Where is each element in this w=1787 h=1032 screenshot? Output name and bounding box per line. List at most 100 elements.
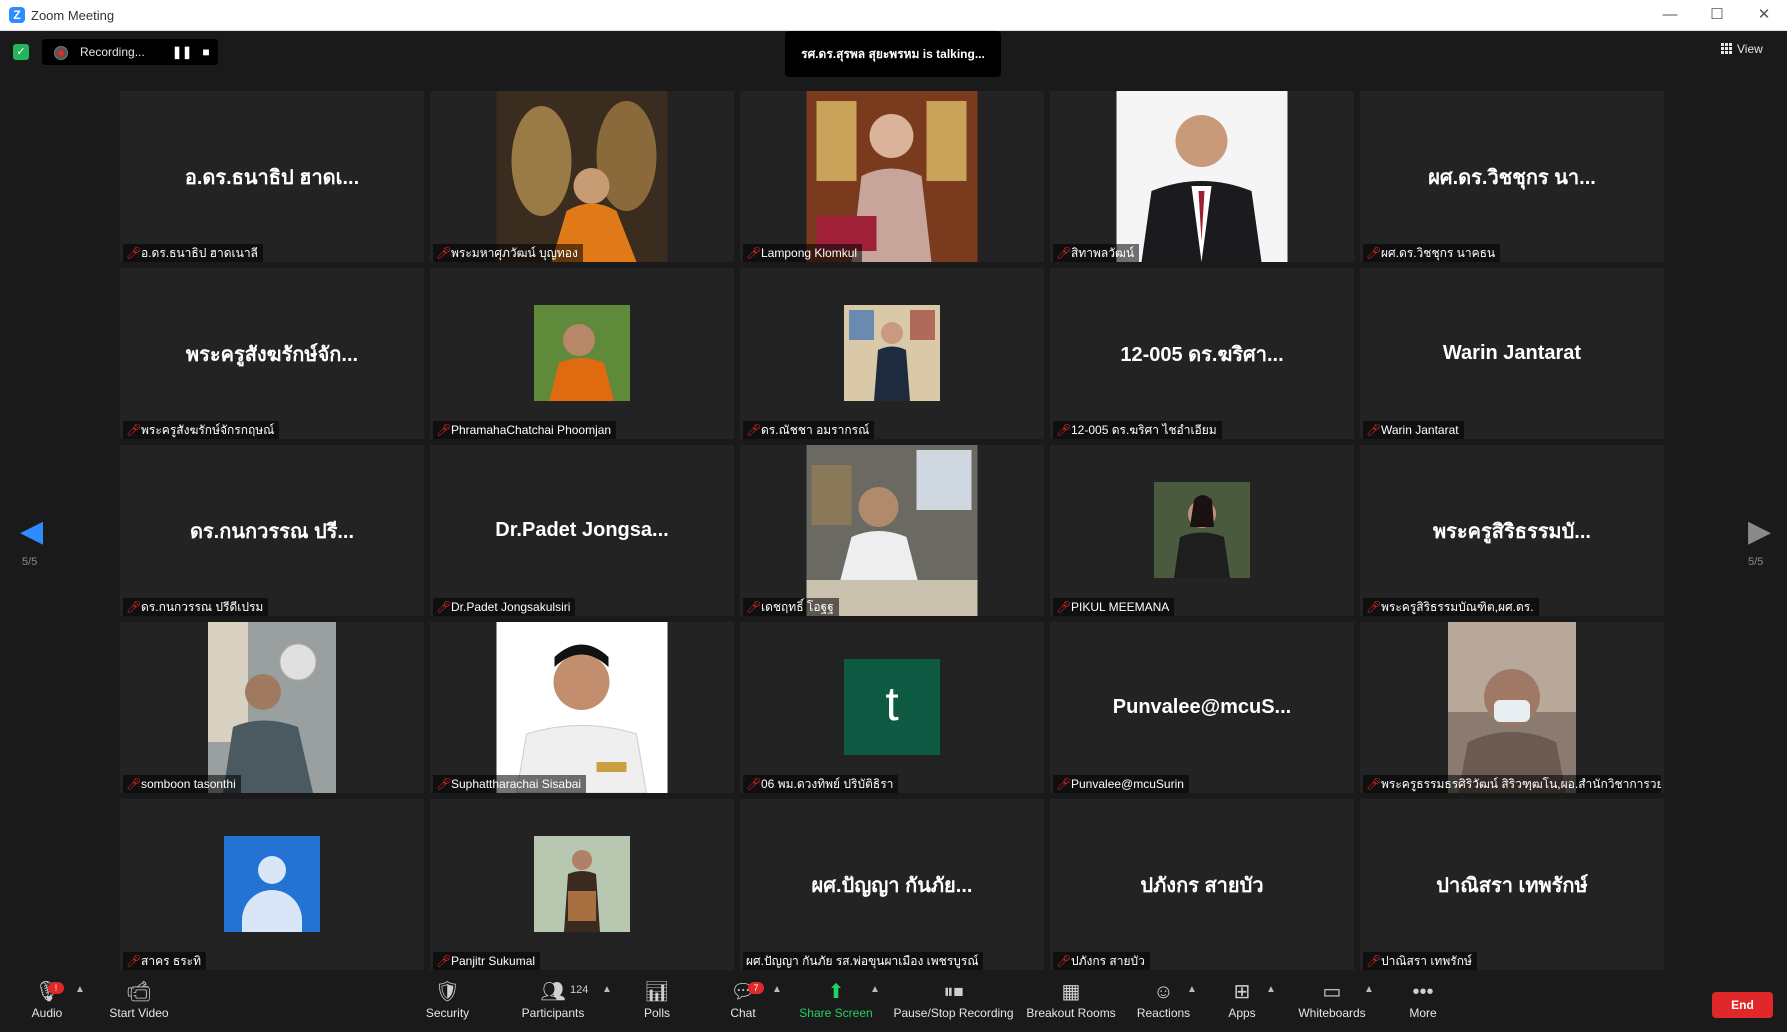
muted-mic-icon: 🎤︎ bbox=[1366, 777, 1382, 791]
share-screen-button[interactable]: ⬆ Share Screen bbox=[797, 980, 875, 1020]
participant-video bbox=[496, 622, 668, 793]
participant-nametag: 🎤︎Dr.Padet Jongsakulsiri bbox=[433, 598, 576, 616]
share-options-caret-icon[interactable]: ▲ bbox=[870, 984, 880, 995]
minimize-button[interactable]: — bbox=[1650, 4, 1690, 26]
participant-name: สิทาพลวัฒน์ bbox=[1071, 246, 1135, 260]
participant-tile[interactable]: ผศ.ปัญญา กันภัย... ผศ.ปัญญา กันภัย รส.พ่… bbox=[740, 799, 1044, 970]
participant-tile[interactable]: 🎤︎PhramahaChatchai Phoomjan bbox=[430, 268, 734, 439]
chat-options-caret-icon[interactable]: ▲ bbox=[772, 984, 782, 995]
participant-tile[interactable]: 🎤︎เดชฤทธิ์ โอฐฐ bbox=[740, 445, 1044, 616]
participant-tile[interactable]: Dr.Padet Jongsa... 🎤︎Dr.Padet Jongsakuls… bbox=[430, 445, 734, 616]
reactions-options-caret-icon[interactable]: ▲ bbox=[1187, 984, 1197, 995]
participant-tile[interactable]: 🎤︎พระมหาศุภวัฒน์ บุญทอง bbox=[430, 91, 734, 262]
participant-nametag: 🎤︎เดชฤทธิ์ โอฐฐ bbox=[743, 598, 839, 616]
participant-display-name: 12-005 ดร.ฆริศา... bbox=[1120, 343, 1284, 366]
view-button[interactable]: View bbox=[1721, 42, 1781, 62]
participant-name: Lampong Klomkul bbox=[761, 246, 858, 260]
default-user-avatar-icon bbox=[224, 836, 320, 932]
participant-name: 06 พม.ดวงทิพย์ ปริบัติธิรา bbox=[761, 777, 894, 791]
stop-recording-icon[interactable]: ■ bbox=[197, 43, 215, 61]
maximize-button[interactable]: ☐ bbox=[1697, 4, 1737, 26]
audio-button[interactable]: 🎙︎ Audio bbox=[22, 980, 72, 1020]
page-counter-right: 5/5 bbox=[1748, 556, 1764, 568]
end-meeting-button[interactable]: End bbox=[1712, 992, 1773, 1018]
participant-tile[interactable]: พระครูสิริธรรมบั... 🎤︎พระครูสิริธรรมบัณฑ… bbox=[1360, 445, 1664, 616]
encryption-shield-icon[interactable]: ✓ bbox=[13, 44, 29, 60]
participant-display-name: อ.ดร.ธนาธิป ฮาดเ... bbox=[184, 166, 360, 189]
security-button[interactable]: 🛡︎ Security bbox=[420, 980, 475, 1020]
participant-tile[interactable]: 12-005 ดร.ฆริศา... 🎤︎12-005 ดร.ฆริศา ไชอ… bbox=[1050, 268, 1354, 439]
participant-nametag: 🎤︎Lampong Klomkul bbox=[743, 244, 863, 262]
muted-mic-icon: 🎤︎ bbox=[1056, 423, 1072, 437]
participant-nametag: 🎤︎ดร.กนกวรรณ ปรีดีเปรม bbox=[123, 598, 269, 616]
participant-name: สาคร ธระทิ bbox=[141, 954, 201, 968]
participant-name: พระมหาศุภวัฒน์ บุญทอง bbox=[451, 246, 578, 260]
participant-tile[interactable]: 🎤︎Suphattharachai Sisabai bbox=[430, 622, 734, 793]
participant-avatar-photo bbox=[534, 836, 630, 932]
muted-mic-icon: 🎤︎ bbox=[1056, 777, 1072, 791]
breakout-rooms-button[interactable]: ▦ Breakout Rooms bbox=[1025, 980, 1117, 1020]
whiteboards-options-caret-icon[interactable]: ▲ bbox=[1364, 984, 1374, 995]
video-off-icon: 📹︎ bbox=[126, 981, 152, 1003]
bar-chart-icon: 📊︎ bbox=[644, 981, 670, 1003]
participants-options-caret-icon[interactable]: ▲ bbox=[602, 984, 612, 995]
participant-nametag: 🎤︎Suphattharachai Sisabai bbox=[433, 775, 587, 793]
apps-button[interactable]: ⊞ Apps bbox=[1222, 980, 1262, 1020]
participant-tile[interactable]: 🎤︎พระครูธรรมธรศิริวัฒน์ สิริวฑฺฒโน,ผอ.สำ… bbox=[1360, 622, 1664, 793]
participant-name: ดร.ณัชชา อมรากรณ์ bbox=[761, 423, 870, 437]
muted-mic-icon: 🎤︎ bbox=[746, 246, 762, 260]
participant-tile[interactable]: 🎤︎Panjitr Sukumal bbox=[430, 799, 734, 970]
participant-name: PIKUL MEEMANA bbox=[1071, 600, 1170, 614]
participant-display-name: Dr.Padet Jongsa... bbox=[495, 519, 669, 541]
participant-tile[interactable]: Warin Jantarat 🎤︎Warin Jantarat bbox=[1360, 268, 1664, 439]
participant-name: อ.ดร.ธนาธิป ฮาดเนาลี bbox=[141, 246, 258, 260]
muted-mic-icon: 🎤︎ bbox=[436, 954, 452, 968]
participant-tile[interactable]: พระครูสังฆรักษ์จัก... 🎤︎พระครูสังฆรักษ์จ… bbox=[120, 268, 424, 439]
participant-name: PhramahaChatchai Phoomjan bbox=[451, 423, 612, 437]
whiteboards-label: Whiteboards bbox=[1298, 1006, 1366, 1020]
participant-tile[interactable]: t 🎤︎06 พม.ดวงทิพย์ ปริบัติธิรา bbox=[740, 622, 1044, 793]
participant-nametag: 🎤︎PhramahaChatchai Phoomjan bbox=[433, 421, 617, 439]
participant-display-name: Punvalee@mcuS... bbox=[1112, 696, 1292, 718]
next-page-arrow-icon[interactable]: ▶ bbox=[1748, 514, 1771, 549]
apps-options-caret-icon[interactable]: ▲ bbox=[1266, 984, 1276, 995]
participant-tile[interactable]: 🎤︎somboon tasonthi bbox=[120, 622, 424, 793]
pause-stop-recording-button[interactable]: ⏸︎⏹︎ Pause/Stop Recording bbox=[890, 980, 1017, 1020]
page-counter-left: 5/5 bbox=[22, 556, 38, 568]
previous-page-arrow-icon[interactable]: ◀ bbox=[20, 514, 43, 549]
participant-tile[interactable]: 🎤︎สาคร ธระทิ bbox=[120, 799, 424, 970]
participant-tile[interactable]: ปาณิสรา เทพรักษ์ 🎤︎ปาณิสรา เทพรักษ์ bbox=[1360, 799, 1664, 970]
participant-tile[interactable]: ดร.กนกวรรณ ปรี... 🎤︎ดร.กนกวรรณ ปรีดีเปรม bbox=[120, 445, 424, 616]
participant-tile[interactable]: 🎤︎PIKUL MEEMANA bbox=[1050, 445, 1354, 616]
start-video-button[interactable]: 📹︎ Start Video bbox=[104, 980, 174, 1020]
muted-mic-icon: 🎤︎ bbox=[436, 423, 452, 437]
participant-tile[interactable]: ผศ.ดร.วิชชุกร นา... 🎤︎ผศ.ดร.วิชชุกร นาคธ… bbox=[1360, 91, 1664, 262]
participant-display-name: ปาณิสรา เทพรักษ์ bbox=[1436, 874, 1588, 897]
participant-tile[interactable]: ปภังกร สายบัว 🎤︎ปภังกร สายบัว bbox=[1050, 799, 1354, 970]
muted-mic-icon: 🎤︎ bbox=[1366, 954, 1382, 968]
participant-tile[interactable]: 🎤︎ดร.ณัชชา อมรากรณ์ bbox=[740, 268, 1044, 439]
participant-name: ผศ.ดร.วิชชุกร นาคธน bbox=[1381, 246, 1496, 260]
participant-tile[interactable]: 🎤︎สิทาพลวัฒน์ bbox=[1050, 91, 1354, 262]
meeting-area: ✓ Recording... ❚❚ ■ รศ.ดร.สุรพล สุยะพรหม… bbox=[0, 31, 1787, 1032]
participant-name: พระครูธรรมธรศิริวัฒน์ สิริวฑฺฒโน,ผอ.สำนั… bbox=[1381, 777, 1661, 791]
participant-tile[interactable]: Punvalee@mcuS... 🎤︎Punvalee@mcuSurin bbox=[1050, 622, 1354, 793]
participant-name: Punvalee@mcuSurin bbox=[1071, 777, 1184, 791]
whiteboards-button[interactable]: ▭ Whiteboards bbox=[1296, 980, 1368, 1020]
participant-tile[interactable]: 🎤︎Lampong Klomkul bbox=[740, 91, 1044, 262]
more-dots-icon: ••• bbox=[1412, 981, 1434, 1003]
polls-button[interactable]: 📊︎ Polls bbox=[637, 980, 677, 1020]
reactions-button[interactable]: ☺ Reactions bbox=[1135, 980, 1192, 1020]
pause-recording-icon[interactable]: ❚❚ bbox=[172, 43, 192, 61]
participant-nametag: 🎤︎ดร.ณัชชา อมรากรณ์ bbox=[743, 421, 875, 439]
participant-display-name: ดร.กนกวรรณ ปรี... bbox=[189, 520, 355, 543]
participant-initial-avatar: t bbox=[844, 659, 940, 755]
close-button[interactable]: ✕ bbox=[1744, 4, 1784, 26]
audio-options-caret-icon[interactable]: ▲ bbox=[75, 984, 85, 995]
more-button[interactable]: ••• More bbox=[1403, 980, 1443, 1020]
muted-mic-icon: 🎤︎ bbox=[746, 423, 762, 437]
participant-nametag: 🎤︎สาคร ธระทิ bbox=[123, 952, 206, 970]
participant-nametag: 🎤︎พระครูสังฆรักษ์จักรกฤษณ์ bbox=[123, 421, 280, 439]
muted-mic-icon: 🎤︎ bbox=[1366, 600, 1382, 614]
participant-tile[interactable]: อ.ดร.ธนาธิป ฮาดเ... 🎤︎อ.ดร.ธนาธิป ฮาดเนา… bbox=[120, 91, 424, 262]
